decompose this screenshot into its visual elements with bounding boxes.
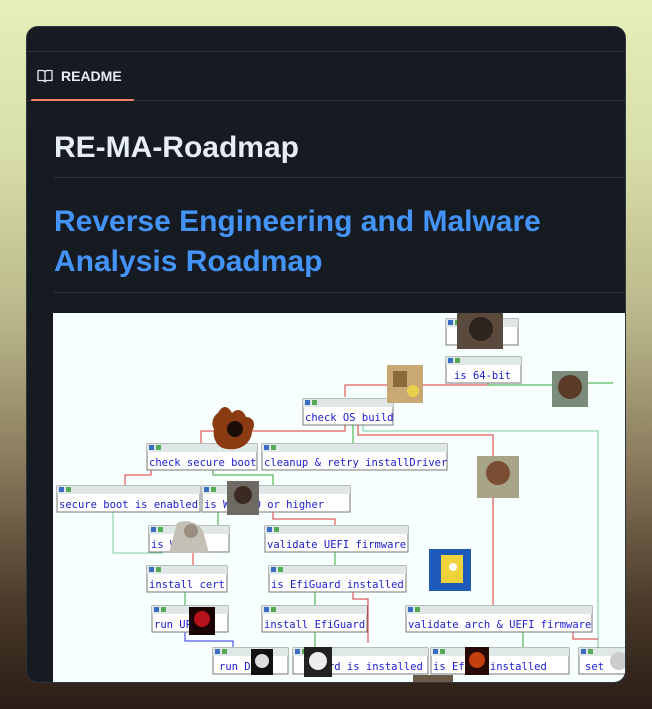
flow-node-label: set	[585, 661, 604, 673]
flow-node-label: check OS build	[305, 412, 394, 424]
roadmap-heading[interactable]: Reverse Engineering and Malware Analysis…	[54, 178, 625, 293]
meme-sticker	[477, 456, 519, 498]
meme-sticker	[429, 549, 471, 591]
readme-content: RE-MA-Roadmap Reverse Engineering and Ma…	[54, 117, 625, 293]
flow-node-label: install cert	[149, 579, 225, 591]
meme-sticker	[227, 481, 259, 515]
meme-sticker	[387, 365, 423, 403]
flow-node: is EfiGuard installed	[268, 565, 407, 593]
flow-node-label: is EfiGuard installed	[271, 579, 404, 591]
meme-sticker	[304, 647, 332, 677]
meme-sticker	[413, 675, 453, 682]
tab-active-underline	[31, 99, 134, 101]
card-top-strip	[27, 27, 625, 52]
flow-node-label: cleanup & retry installDriver	[264, 457, 447, 469]
roadmap-flowchart-image[interactable]: p e is 64-bit check OS build check secur…	[53, 313, 625, 682]
tab-readme-label: README	[61, 68, 122, 84]
meme-sticker	[552, 371, 588, 407]
flow-node: validate arch & UEFI firmware	[405, 605, 593, 633]
flow-node-label: validate UEFI firmware	[267, 539, 406, 551]
repo-title: RE-MA-Roadmap	[54, 117, 625, 178]
flow-node-label: is Ef rd installed	[433, 661, 547, 673]
flow-node: is Ef rd installed	[430, 647, 570, 675]
flow-node-label: is 64-bit	[454, 370, 511, 382]
meme-sticker	[189, 607, 215, 635]
readme-card: README RE-MA-Roadmap Reverse Engineering…	[26, 26, 626, 683]
flow-node-label: secure boot is enabled	[59, 499, 198, 511]
meme-sticker	[457, 313, 503, 349]
flow-node-label: install EfiGuard	[264, 619, 365, 631]
meme-sticker	[465, 647, 489, 675]
flow-node: is W s 10 or higher	[201, 485, 351, 513]
meme-sticker	[251, 649, 273, 675]
flow-node: cleanup & retry installDriver	[261, 443, 448, 471]
flow-node-label: is W s 10 or higher	[204, 499, 324, 511]
flow-node: install EfiGuard	[261, 605, 368, 633]
flow-node-label: check secure boot	[149, 457, 256, 469]
meme-sticker	[212, 407, 254, 450]
flow-node: secure boot is enabled	[56, 485, 201, 513]
flow-node: validate UEFI firmware	[264, 525, 409, 553]
flow-node-label: validate arch & UEFI firmware	[408, 619, 591, 631]
flow-node: check secure boot	[146, 443, 258, 471]
tab-readme[interactable]: README	[31, 52, 134, 101]
readme-tabbar: README	[27, 52, 625, 101]
book-icon	[37, 69, 53, 83]
